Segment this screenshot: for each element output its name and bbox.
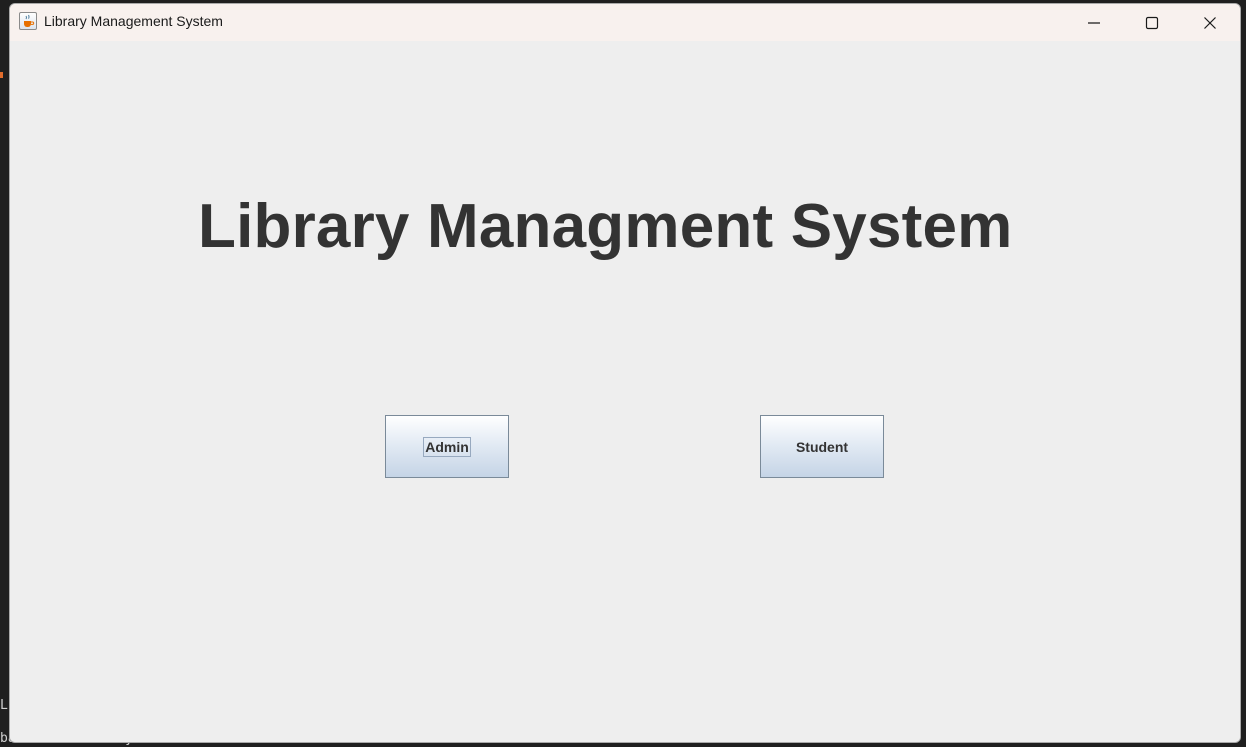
app-window: Library Management System Library Managm… — [9, 3, 1241, 743]
minimize-button[interactable] — [1066, 4, 1122, 41]
close-button[interactable] — [1182, 4, 1238, 41]
maximize-icon — [1145, 16, 1159, 29]
close-icon — [1204, 16, 1216, 29]
student-button[interactable]: Student — [760, 415, 884, 478]
minimize-icon — [1088, 21, 1100, 24]
java-cup-icon[interactable] — [19, 12, 37, 30]
content-pane: Library Managment System Admin Student — [10, 41, 1240, 742]
student-button-label: Student — [795, 438, 849, 455]
window-title: Library Management System — [44, 13, 223, 29]
admin-button[interactable]: Admin — [385, 415, 509, 478]
maximize-button[interactable] — [1124, 4, 1180, 41]
admin-button-label: Admin — [423, 436, 471, 457]
title-bar[interactable]: Library Management System — [10, 4, 1240, 41]
background-accent-mark — [0, 72, 3, 78]
page-title: Library Managment System — [198, 192, 1013, 261]
